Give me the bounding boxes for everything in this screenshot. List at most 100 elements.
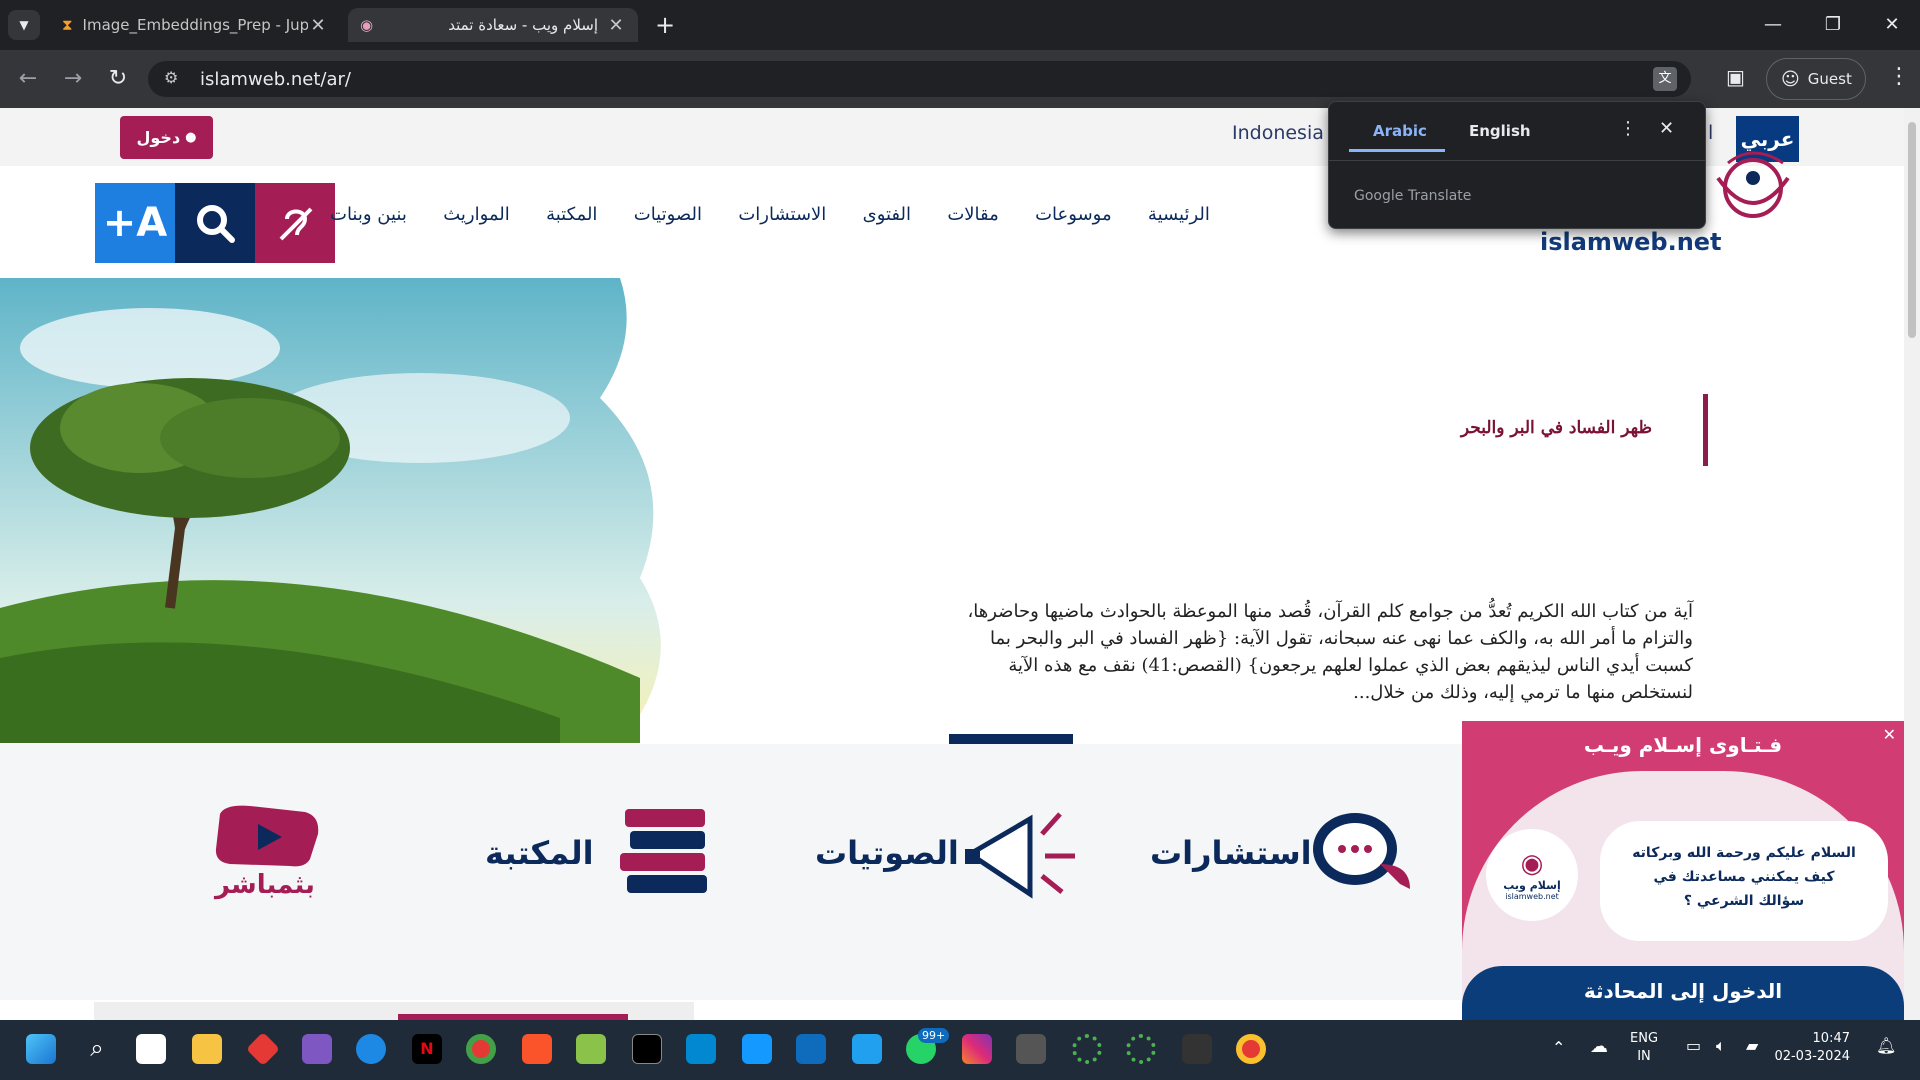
nav-home[interactable]: الرئيسية	[1148, 204, 1210, 236]
app-blue-icon[interactable]	[686, 1034, 716, 1064]
close-window-icon[interactable]: ✕	[1872, 10, 1912, 40]
feature-label: استشارات	[1150, 834, 1312, 872]
windows-taskbar: ⌕ N 99+ ⌃ ☁ ENG IN ▭ 🔈︎ ▰ 10:47 02-03-20…	[0, 1020, 1920, 1080]
netflix-icon[interactable]: N	[412, 1034, 442, 1064]
vscode-icon[interactable]	[852, 1034, 882, 1064]
time: 10:47	[1812, 1031, 1850, 1046]
new-tab-button[interactable]: +	[650, 10, 680, 40]
enter-chat-button[interactable]: الدخول إلى المحادثة	[1462, 966, 1904, 1020]
feature-label: المكتبة	[485, 834, 594, 872]
brave-icon[interactable]	[522, 1034, 552, 1064]
edge-icon[interactable]	[356, 1034, 386, 1064]
clock[interactable]: 10:47 02-03-2024	[1770, 1030, 1850, 1066]
lang-partial-link[interactable]: ا	[1708, 122, 1713, 144]
minimize-icon[interactable]: —	[1753, 10, 1793, 40]
user-icon: ●	[185, 130, 197, 145]
lang-line1: ENG	[1630, 1031, 1659, 1046]
tab-jupyter[interactable]: ⧗ Image_Embeddings_Prep - Jupy ✕	[50, 8, 340, 42]
volume-icon[interactable]: 🔈︎	[1716, 1036, 1726, 1056]
translate-tab-target[interactable]: English	[1469, 122, 1531, 140]
site-info-icon[interactable]: ⚙	[164, 68, 186, 90]
hearing-accessibility-icon	[279, 207, 313, 241]
chrome-icon[interactable]	[466, 1034, 496, 1064]
nav-library[interactable]: المكتبة	[546, 204, 597, 236]
app-purple-icon[interactable]	[302, 1034, 332, 1064]
close-tab-icon[interactable]: ✕	[606, 15, 626, 36]
tab-title: Image_Embeddings_Prep - Jupy	[82, 16, 308, 34]
feature-live[interactable]: بثمباشر	[205, 804, 335, 904]
font-size-button[interactable]: +A	[95, 183, 175, 263]
prime-video-icon[interactable]	[742, 1034, 772, 1064]
lang-indonesia-link[interactable]: Indonesia	[1232, 122, 1324, 144]
scroll-thumb[interactable]	[1908, 122, 1916, 338]
restore-icon[interactable]: ❐	[1813, 10, 1853, 40]
translate-options-icon[interactable]: ⋮	[1619, 118, 1637, 139]
menu-icon[interactable]: ⋮	[1888, 64, 1910, 89]
page-scrollbar[interactable]	[1904, 108, 1920, 1020]
tray-chevron-icon[interactable]: ⌃	[1552, 1038, 1565, 1057]
instagram-icon[interactable]	[962, 1034, 992, 1064]
network-icon[interactable]: ▭	[1686, 1036, 1701, 1055]
nav-consultations[interactable]: الاستشارات	[738, 204, 826, 236]
battery-icon[interactable]: ▰	[1746, 1036, 1758, 1055]
input-language[interactable]: ENG IN	[1630, 1030, 1658, 1066]
chat-close-icon[interactable]: ✕	[1883, 725, 1896, 744]
notification-bell-icon[interactable]: 🔔︎	[1876, 1036, 1896, 1055]
nav-articles[interactable]: مقالات	[947, 204, 998, 236]
login-button[interactable]: دخول ●	[120, 116, 213, 159]
tab-title: إسلام ويب - سعادة تمتد	[448, 16, 598, 34]
translate-icon[interactable]: 文	[1653, 67, 1677, 91]
islamweb-logo-icon: ◉	[1520, 849, 1544, 879]
login-label: دخول	[136, 128, 181, 147]
close-tab-icon[interactable]: ✕	[308, 15, 328, 36]
reload-icon[interactable]: ↻	[103, 64, 133, 94]
forward-icon[interactable]: →	[58, 64, 88, 94]
greeting-line: سؤالك الشرعي ؟	[1683, 893, 1805, 909]
feature-consultations[interactable]: استشارات	[1150, 804, 1430, 904]
address-bar[interactable]: ⚙ islamweb.net/ar/ 文	[148, 61, 1691, 97]
app-red-icon[interactable]	[246, 1032, 280, 1066]
search-icon[interactable]: ⌕	[82, 1034, 112, 1064]
app-ring2-icon[interactable]	[1126, 1034, 1156, 1064]
nav-inheritance[interactable]: المواريث	[443, 204, 510, 236]
tab-strip: ▼ ⧗ Image_Embeddings_Prep - Jupy ✕ ◉ إسل…	[0, 0, 1920, 50]
cmd-icon[interactable]	[1182, 1034, 1212, 1064]
divider	[1329, 160, 1705, 161]
lang-line2: IN	[1637, 1049, 1651, 1064]
translate-tab-source[interactable]: Arabic	[1373, 122, 1427, 140]
terminal-icon[interactable]	[632, 1034, 662, 1064]
profile-icon: ☺	[1781, 68, 1800, 90]
main-navigation: الرئيسية موسوعات مقالات الفتوى الاستشارا…	[330, 204, 1210, 236]
hero-title[interactable]: ظهر الفساد في البر والبحر	[1400, 418, 1652, 438]
nav-boys-girls[interactable]: بنين وبنات	[330, 204, 407, 236]
tab-search-button[interactable]: ▼	[8, 10, 40, 40]
translate-close-icon[interactable]: ✕	[1659, 118, 1674, 139]
app-ring-icon[interactable]	[1072, 1034, 1102, 1064]
chrome-active-icon[interactable]	[1236, 1034, 1266, 1064]
nav-encyclopedias[interactable]: موسوعات	[1035, 204, 1112, 236]
nav-audio[interactable]: الصوتيات	[634, 204, 702, 236]
avatar-sub: islamweb.net	[1505, 892, 1559, 901]
file-explorer-icon[interactable]	[192, 1034, 222, 1064]
feature-library[interactable]: المكتبة	[480, 804, 730, 904]
search-button[interactable]	[175, 183, 255, 263]
side-panel-icon[interactable]: ▣	[1726, 65, 1750, 91]
nav-fatwa[interactable]: الفتوى	[863, 204, 911, 236]
outlook-icon[interactable]	[796, 1034, 826, 1064]
islamweb-favicon: ◉	[360, 16, 374, 34]
browser-toolbar: ← → ↻ ⚙ islamweb.net/ar/ 文 ▣ ☺ Guest ⋮	[0, 50, 1920, 108]
app-gray-icon[interactable]	[1016, 1034, 1046, 1064]
onedrive-icon[interactable]: ☁	[1590, 1036, 1608, 1057]
accessibility-button[interactable]	[255, 183, 335, 263]
feature-audio[interactable]: الصوتيات	[810, 804, 1090, 904]
megaphone-icon	[965, 812, 1075, 899]
chat-avatar: ◉ إسلام ويب islamweb.net	[1486, 829, 1578, 921]
feature-label: بثمباشر	[215, 870, 315, 900]
profile-button[interactable]: ☺ Guest	[1766, 58, 1866, 100]
greeting-line: كيف يمكنني مساعدتك في	[1653, 869, 1835, 885]
back-icon[interactable]: ←	[13, 64, 43, 94]
tab-islamweb[interactable]: ◉ إسلام ويب - سعادة تمتد ✕	[348, 8, 638, 42]
store-icon[interactable]	[136, 1034, 166, 1064]
app-green-icon[interactable]	[576, 1034, 606, 1064]
start-icon[interactable]	[26, 1034, 56, 1064]
